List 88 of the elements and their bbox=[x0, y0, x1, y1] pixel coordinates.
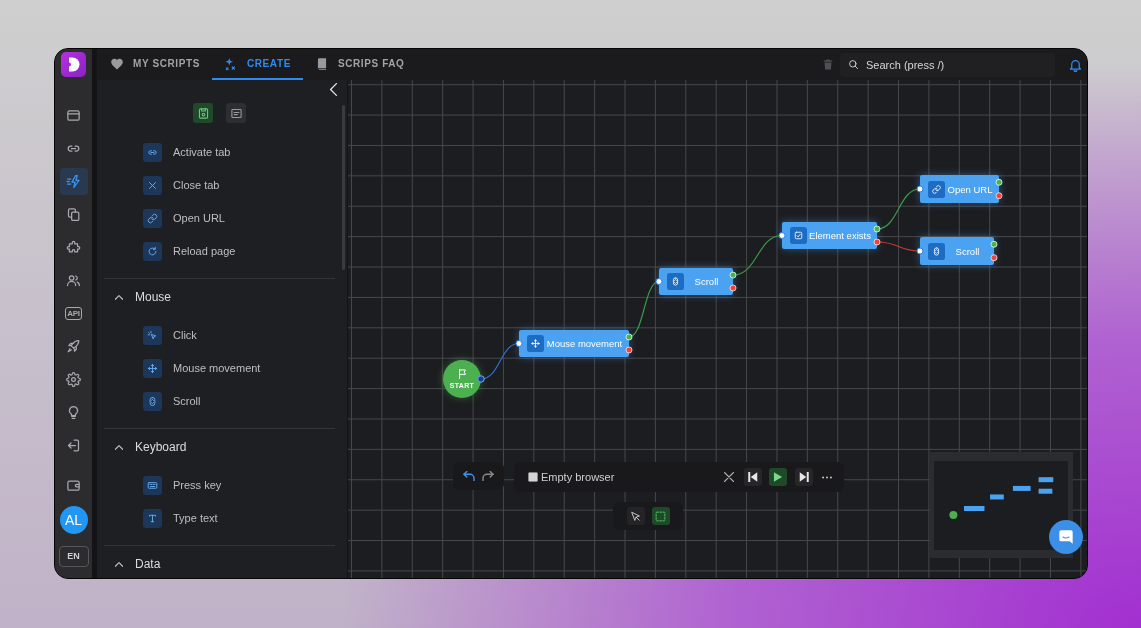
chevron-left-icon[interactable] bbox=[329, 83, 338, 96]
close-icon bbox=[724, 472, 734, 482]
logo-icon[interactable] bbox=[61, 52, 86, 77]
wallet-icon bbox=[66, 478, 81, 493]
chain-link-icon bbox=[143, 208, 162, 228]
play-icon bbox=[773, 472, 783, 482]
node-label: Scroll bbox=[693, 276, 720, 287]
tab[interactable]: MY SCRIPTS bbox=[98, 49, 212, 80]
minimap-node bbox=[1038, 488, 1053, 494]
minimap-node bbox=[990, 494, 1004, 500]
undo-button[interactable] bbox=[463, 471, 475, 481]
chat-icon bbox=[1058, 529, 1074, 545]
port-icon[interactable] bbox=[655, 278, 663, 285]
redo-icon bbox=[482, 471, 494, 481]
cursor-click-icon bbox=[143, 325, 162, 345]
notes-button[interactable] bbox=[226, 103, 246, 123]
search-field[interactable]: Search (press /) bbox=[840, 52, 1055, 77]
port-icon[interactable] bbox=[778, 232, 786, 239]
section-header[interactable]: Data bbox=[104, 546, 335, 578]
action-item[interactable]: Click bbox=[104, 318, 335, 352]
chat-button[interactable] bbox=[1049, 520, 1083, 554]
move-arrows-icon bbox=[527, 335, 544, 352]
minimap-start-dot bbox=[949, 511, 958, 520]
skip-forward-icon bbox=[799, 472, 809, 482]
node-label: Scroll bbox=[954, 245, 981, 257]
close-icon bbox=[143, 175, 162, 195]
browser-checkbox[interactable]: Empty browser bbox=[528, 471, 615, 483]
lightbulb-icon bbox=[66, 405, 81, 420]
pointer-icon bbox=[630, 510, 641, 522]
previous-button[interactable] bbox=[744, 468, 762, 486]
checkbox-icon bbox=[790, 227, 807, 244]
play-button[interactable] bbox=[769, 468, 787, 486]
api-button[interactable]: API bbox=[59, 300, 88, 327]
action-item[interactable]: Open URL bbox=[104, 201, 335, 235]
port-icon[interactable] bbox=[916, 247, 924, 255]
scroll-icon bbox=[928, 242, 945, 260]
next-button[interactable] bbox=[795, 468, 813, 486]
flag-icon bbox=[457, 369, 467, 379]
minimap-node bbox=[1038, 477, 1054, 483]
settings-icon bbox=[66, 372, 81, 387]
node-label: Mouse movement bbox=[545, 338, 624, 349]
close-button[interactable] bbox=[724, 472, 734, 482]
nav-button[interactable] bbox=[59, 168, 88, 195]
minimap-node bbox=[1012, 485, 1031, 491]
reload-icon bbox=[143, 241, 162, 261]
tab[interactable]: SCRIPS FAQ bbox=[302, 49, 417, 80]
skip-back-icon bbox=[748, 472, 758, 482]
action-item[interactable]: Mouse movement bbox=[104, 351, 335, 385]
text-icon bbox=[143, 508, 162, 528]
port-icon[interactable] bbox=[916, 185, 924, 193]
node-label: Element exists bbox=[808, 230, 872, 241]
puzzle-icon bbox=[66, 240, 81, 255]
sparkle-icon bbox=[223, 56, 238, 71]
link-icon bbox=[143, 142, 162, 162]
rocket-icon bbox=[66, 339, 81, 354]
minimap[interactable] bbox=[930, 452, 1073, 558]
copy-icon bbox=[66, 207, 81, 222]
notes-icon bbox=[229, 106, 243, 120]
section-header[interactable]: Mouse bbox=[104, 279, 335, 315]
undo-icon bbox=[463, 471, 475, 481]
action-item[interactable]: Type text bbox=[104, 501, 335, 535]
save-icon bbox=[196, 106, 210, 120]
action-item[interactable]: Close tab bbox=[104, 168, 335, 202]
keyboard-icon bbox=[143, 475, 162, 495]
section-header[interactable]: Keyboard bbox=[104, 429, 335, 465]
lightning-icon bbox=[66, 174, 81, 189]
browser-window-icon bbox=[66, 108, 81, 123]
action-item[interactable]: Activate tab bbox=[104, 135, 335, 169]
heart-icon bbox=[110, 56, 124, 71]
users-icon bbox=[66, 273, 81, 288]
scroll-icon bbox=[667, 273, 684, 290]
chain-link-icon bbox=[928, 180, 945, 198]
search-icon bbox=[848, 59, 859, 70]
scroll-icon bbox=[143, 391, 162, 411]
action-item[interactable]: Reload page bbox=[104, 234, 335, 268]
selection-icon bbox=[655, 510, 666, 522]
action-item[interactable]: Scroll bbox=[104, 384, 335, 418]
action-item[interactable]: Press key bbox=[104, 468, 335, 502]
language-button[interactable]: EN bbox=[58, 545, 89, 567]
selection-tool-button[interactable] bbox=[651, 507, 670, 525]
minimap-node bbox=[964, 506, 985, 511]
save-button[interactable] bbox=[193, 103, 213, 123]
port-icon[interactable] bbox=[515, 340, 523, 347]
pointer-tool-button[interactable] bbox=[626, 507, 645, 525]
move-arrows-icon bbox=[143, 358, 162, 378]
logout-icon bbox=[66, 438, 81, 453]
node-label: Open URL bbox=[946, 183, 994, 195]
more-icon[interactable] bbox=[822, 475, 832, 479]
